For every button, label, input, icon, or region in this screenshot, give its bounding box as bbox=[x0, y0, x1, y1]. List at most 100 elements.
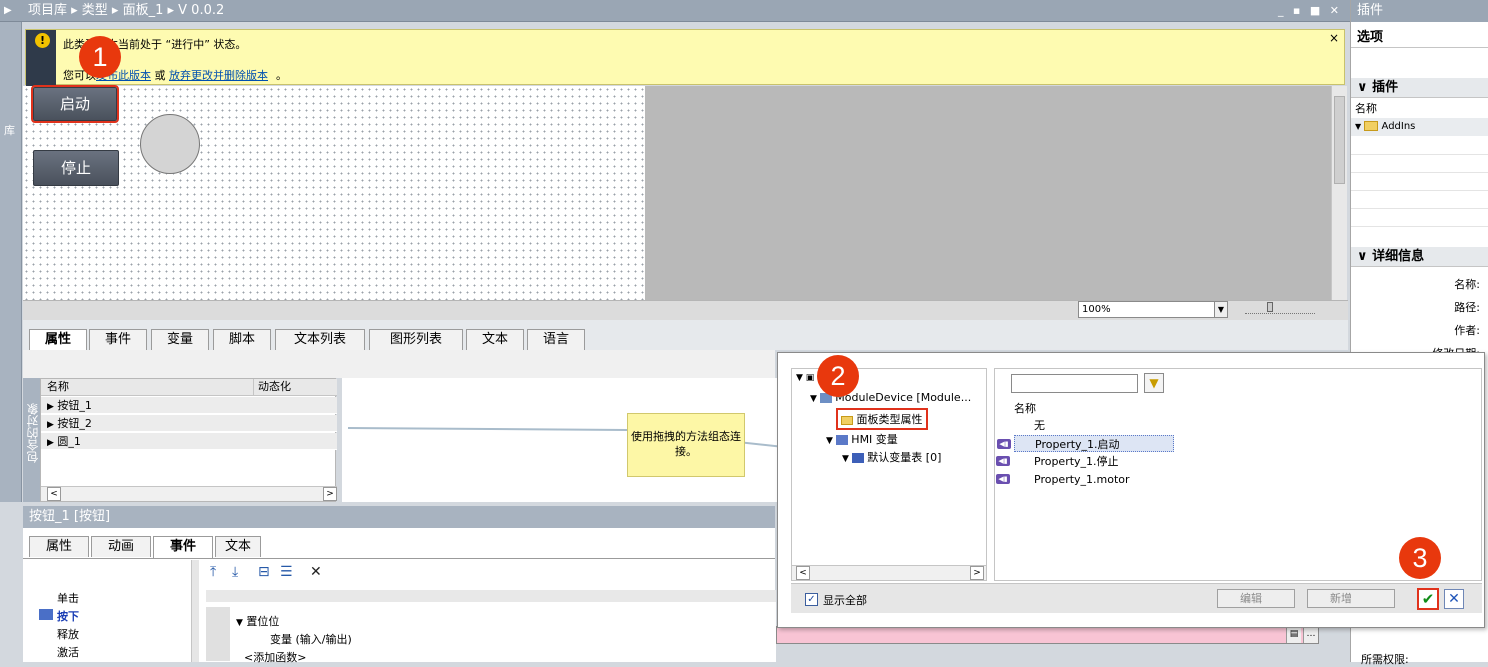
expand-down-icon[interactable]: ▼ ▣ bbox=[796, 373, 814, 383]
collapse-arrow-icon[interactable]: ▶ bbox=[4, 0, 12, 22]
canvas-outside-area bbox=[645, 86, 1331, 300]
tree-node-default-table-label: 默认变量表 [0] bbox=[867, 451, 942, 464]
list-icon[interactable]: ▤ bbox=[1286, 627, 1301, 643]
event-toolbar: ⤒ ⤓ ⊟ ☰ ✕ bbox=[206, 560, 776, 586]
details-section[interactable]: ∨ 详细信息 bbox=[1351, 247, 1488, 267]
chevron-right-icon[interactable]: > bbox=[323, 487, 337, 501]
close-icon[interactable]: × bbox=[1329, 31, 1339, 45]
chevron-down-icon[interactable]: ∨ bbox=[1357, 80, 1372, 95]
tag-row-label: Property_1.停止 bbox=[1034, 455, 1119, 468]
notice-text-suffix: 。 bbox=[276, 69, 287, 82]
hmi-circle[interactable] bbox=[140, 114, 200, 174]
expand-all-icon[interactable]: ☰ bbox=[280, 564, 293, 580]
event-release[interactable]: 释放 bbox=[57, 626, 79, 642]
zoom-select[interactable]: 100% ▼ bbox=[1078, 301, 1228, 318]
tag-row-start[interactable]: ◀▮ Property_1.启动 bbox=[997, 435, 1174, 452]
tree-hscroll[interactable]: < > bbox=[792, 565, 986, 580]
library-side-tab-label: 库 bbox=[4, 124, 15, 137]
splitter[interactable] bbox=[191, 560, 199, 662]
tab-text[interactable]: 文本 bbox=[466, 329, 524, 350]
canvas-vertical-scrollbar[interactable] bbox=[1331, 86, 1347, 300]
grid-row-param[interactable]: 变量 (输入/输出) bbox=[206, 625, 776, 646]
addins-item[interactable]: ▼ AddIns bbox=[1351, 118, 1488, 136]
expand-down-icon[interactable]: ▼ bbox=[842, 454, 852, 464]
tag-row-stop[interactable]: ◀▮ Property_1.停止 bbox=[996, 453, 1174, 470]
status-notice: ! 此类型版本当前处于 “进行中” 状态。 您可以发布此版本 或 放弃更改并删除… bbox=[25, 29, 1345, 86]
grid-row-function[interactable]: ▼ 置位位 bbox=[206, 607, 776, 628]
filter-icon[interactable]: ▼ bbox=[1144, 373, 1164, 393]
tab-props[interactable]: 属性 bbox=[29, 536, 89, 557]
step-badge-1: 1 bbox=[79, 36, 121, 78]
expand-arrow-icon[interactable]: ▶ bbox=[41, 420, 54, 430]
plugins-col-name: 名称 bbox=[1355, 102, 1377, 115]
tab-script[interactable]: 脚本 bbox=[213, 329, 271, 350]
objects-hscroll[interactable]: < > bbox=[41, 486, 337, 501]
show-all-label: 显示全部 bbox=[823, 594, 867, 607]
library-side-tab[interactable]: 库 bbox=[0, 22, 22, 502]
expand-down-icon[interactable]: ▼ bbox=[810, 394, 820, 404]
variable-input[interactable]: ▤ … bbox=[776, 626, 1319, 644]
table-header: 名称 动态化 bbox=[41, 379, 337, 396]
new-button[interactable]: 新增 bbox=[1307, 589, 1395, 608]
property-icon: ◀▮ bbox=[996, 456, 1010, 466]
grid-row-add[interactable]: <添加函数> bbox=[206, 643, 776, 664]
chevron-left-icon[interactable]: < bbox=[796, 566, 810, 580]
delete-icon[interactable]: ✕ bbox=[310, 564, 322, 580]
table-row[interactable]: ▶ 按钮_1 bbox=[41, 397, 337, 414]
tab-variables[interactable]: 变量 bbox=[151, 329, 209, 350]
tree-node-faceplate-props[interactable]: 面板类型属性 bbox=[836, 408, 928, 430]
hmi-stop-button[interactable]: 停止 bbox=[33, 150, 119, 186]
tab-events-active[interactable]: 事件 bbox=[153, 536, 213, 558]
event-press[interactable]: 按下 bbox=[39, 608, 79, 624]
tree-node-default-table[interactable]: ▼ 默认变量表 [0] bbox=[842, 449, 941, 465]
collapse-all-icon[interactable]: ⊟ bbox=[258, 564, 270, 580]
details-section-label: 详细信息 bbox=[1372, 249, 1425, 264]
edit-button[interactable]: 编辑 bbox=[1217, 589, 1295, 608]
tab-text[interactable]: 文本 bbox=[215, 536, 261, 557]
tab-language[interactable]: 语言 bbox=[527, 329, 585, 350]
expand-arrow-icon[interactable]: ▶ bbox=[41, 438, 54, 448]
event-click[interactable]: 单击 bbox=[57, 590, 79, 606]
tab-animation[interactable]: 动画 bbox=[91, 536, 151, 557]
move-up-icon[interactable]: ⤒ bbox=[210, 564, 216, 580]
tab-graphiclists[interactable]: 图形列表 bbox=[369, 329, 463, 350]
move-down-icon[interactable]: ⤓ bbox=[232, 564, 238, 580]
expand-arrow-icon[interactable]: ▶ bbox=[41, 402, 54, 412]
expand-down-icon[interactable]: ▼ bbox=[826, 436, 836, 446]
zoom-value: 100% bbox=[1082, 304, 1111, 315]
filter-input[interactable] bbox=[1011, 374, 1138, 393]
dialog-footer: ✓ 显示全部 编辑 新增 ✔ ✕ bbox=[791, 583, 1482, 613]
tab-events[interactable]: 事件 bbox=[89, 329, 147, 350]
hmi-start-button[interactable]: 启动 bbox=[31, 85, 119, 123]
tag-row-none[interactable]: 无 bbox=[1014, 417, 1174, 434]
tree-node-hmi-tags[interactable]: ▼ HMI 变量 bbox=[826, 431, 898, 447]
cancel-icon[interactable]: ✕ bbox=[1444, 589, 1464, 609]
scroll-thumb[interactable] bbox=[1334, 96, 1345, 184]
chevron-right-icon[interactable]: > bbox=[970, 566, 984, 580]
discard-version-link[interactable]: 放弃更改并删除版本 bbox=[169, 69, 268, 82]
chevron-left-icon[interactable]: < bbox=[47, 487, 61, 501]
table-row[interactable]: ▶ 圆_1 bbox=[41, 433, 337, 450]
notice-text-mid: 或 bbox=[151, 69, 169, 82]
table-row[interactable]: ▶ 按钮_2 bbox=[41, 415, 337, 432]
divider bbox=[1351, 172, 1488, 173]
options-heading: 选项 bbox=[1351, 28, 1488, 48]
confirm-icon[interactable]: ✔ bbox=[1417, 588, 1439, 610]
chevron-down-icon[interactable]: ▼ bbox=[1214, 301, 1228, 318]
window-controls[interactable]: _ ▪ ■ ✕ bbox=[1278, 0, 1342, 22]
chevron-down-icon[interactable]: ∨ bbox=[1357, 249, 1372, 264]
expand-down-icon[interactable]: ▼ bbox=[1355, 122, 1361, 131]
more-icon[interactable]: … bbox=[1303, 627, 1318, 643]
tab-properties[interactable]: 属性 bbox=[29, 329, 87, 351]
show-all-checkbox[interactable]: ✓ bbox=[805, 593, 818, 606]
event-activate[interactable]: 激活 bbox=[57, 644, 79, 660]
event-function-grid: ▼ 置位位 变量 (输入/输出) <添加函数> bbox=[206, 590, 776, 664]
tag-col-name: 名称 bbox=[1014, 402, 1036, 415]
tab-textlists[interactable]: 文本列表 bbox=[275, 329, 365, 350]
zoom-slider-knob[interactable] bbox=[1267, 302, 1273, 312]
tag-row-motor[interactable]: ◀▮ Property_1.motor bbox=[996, 471, 1174, 488]
warning-icon: ! bbox=[35, 33, 50, 48]
plugins-section[interactable]: ∨ 插件 bbox=[1351, 78, 1488, 98]
zoom-slider[interactable] bbox=[1245, 302, 1315, 314]
add-function: <添加函数> bbox=[244, 651, 307, 664]
